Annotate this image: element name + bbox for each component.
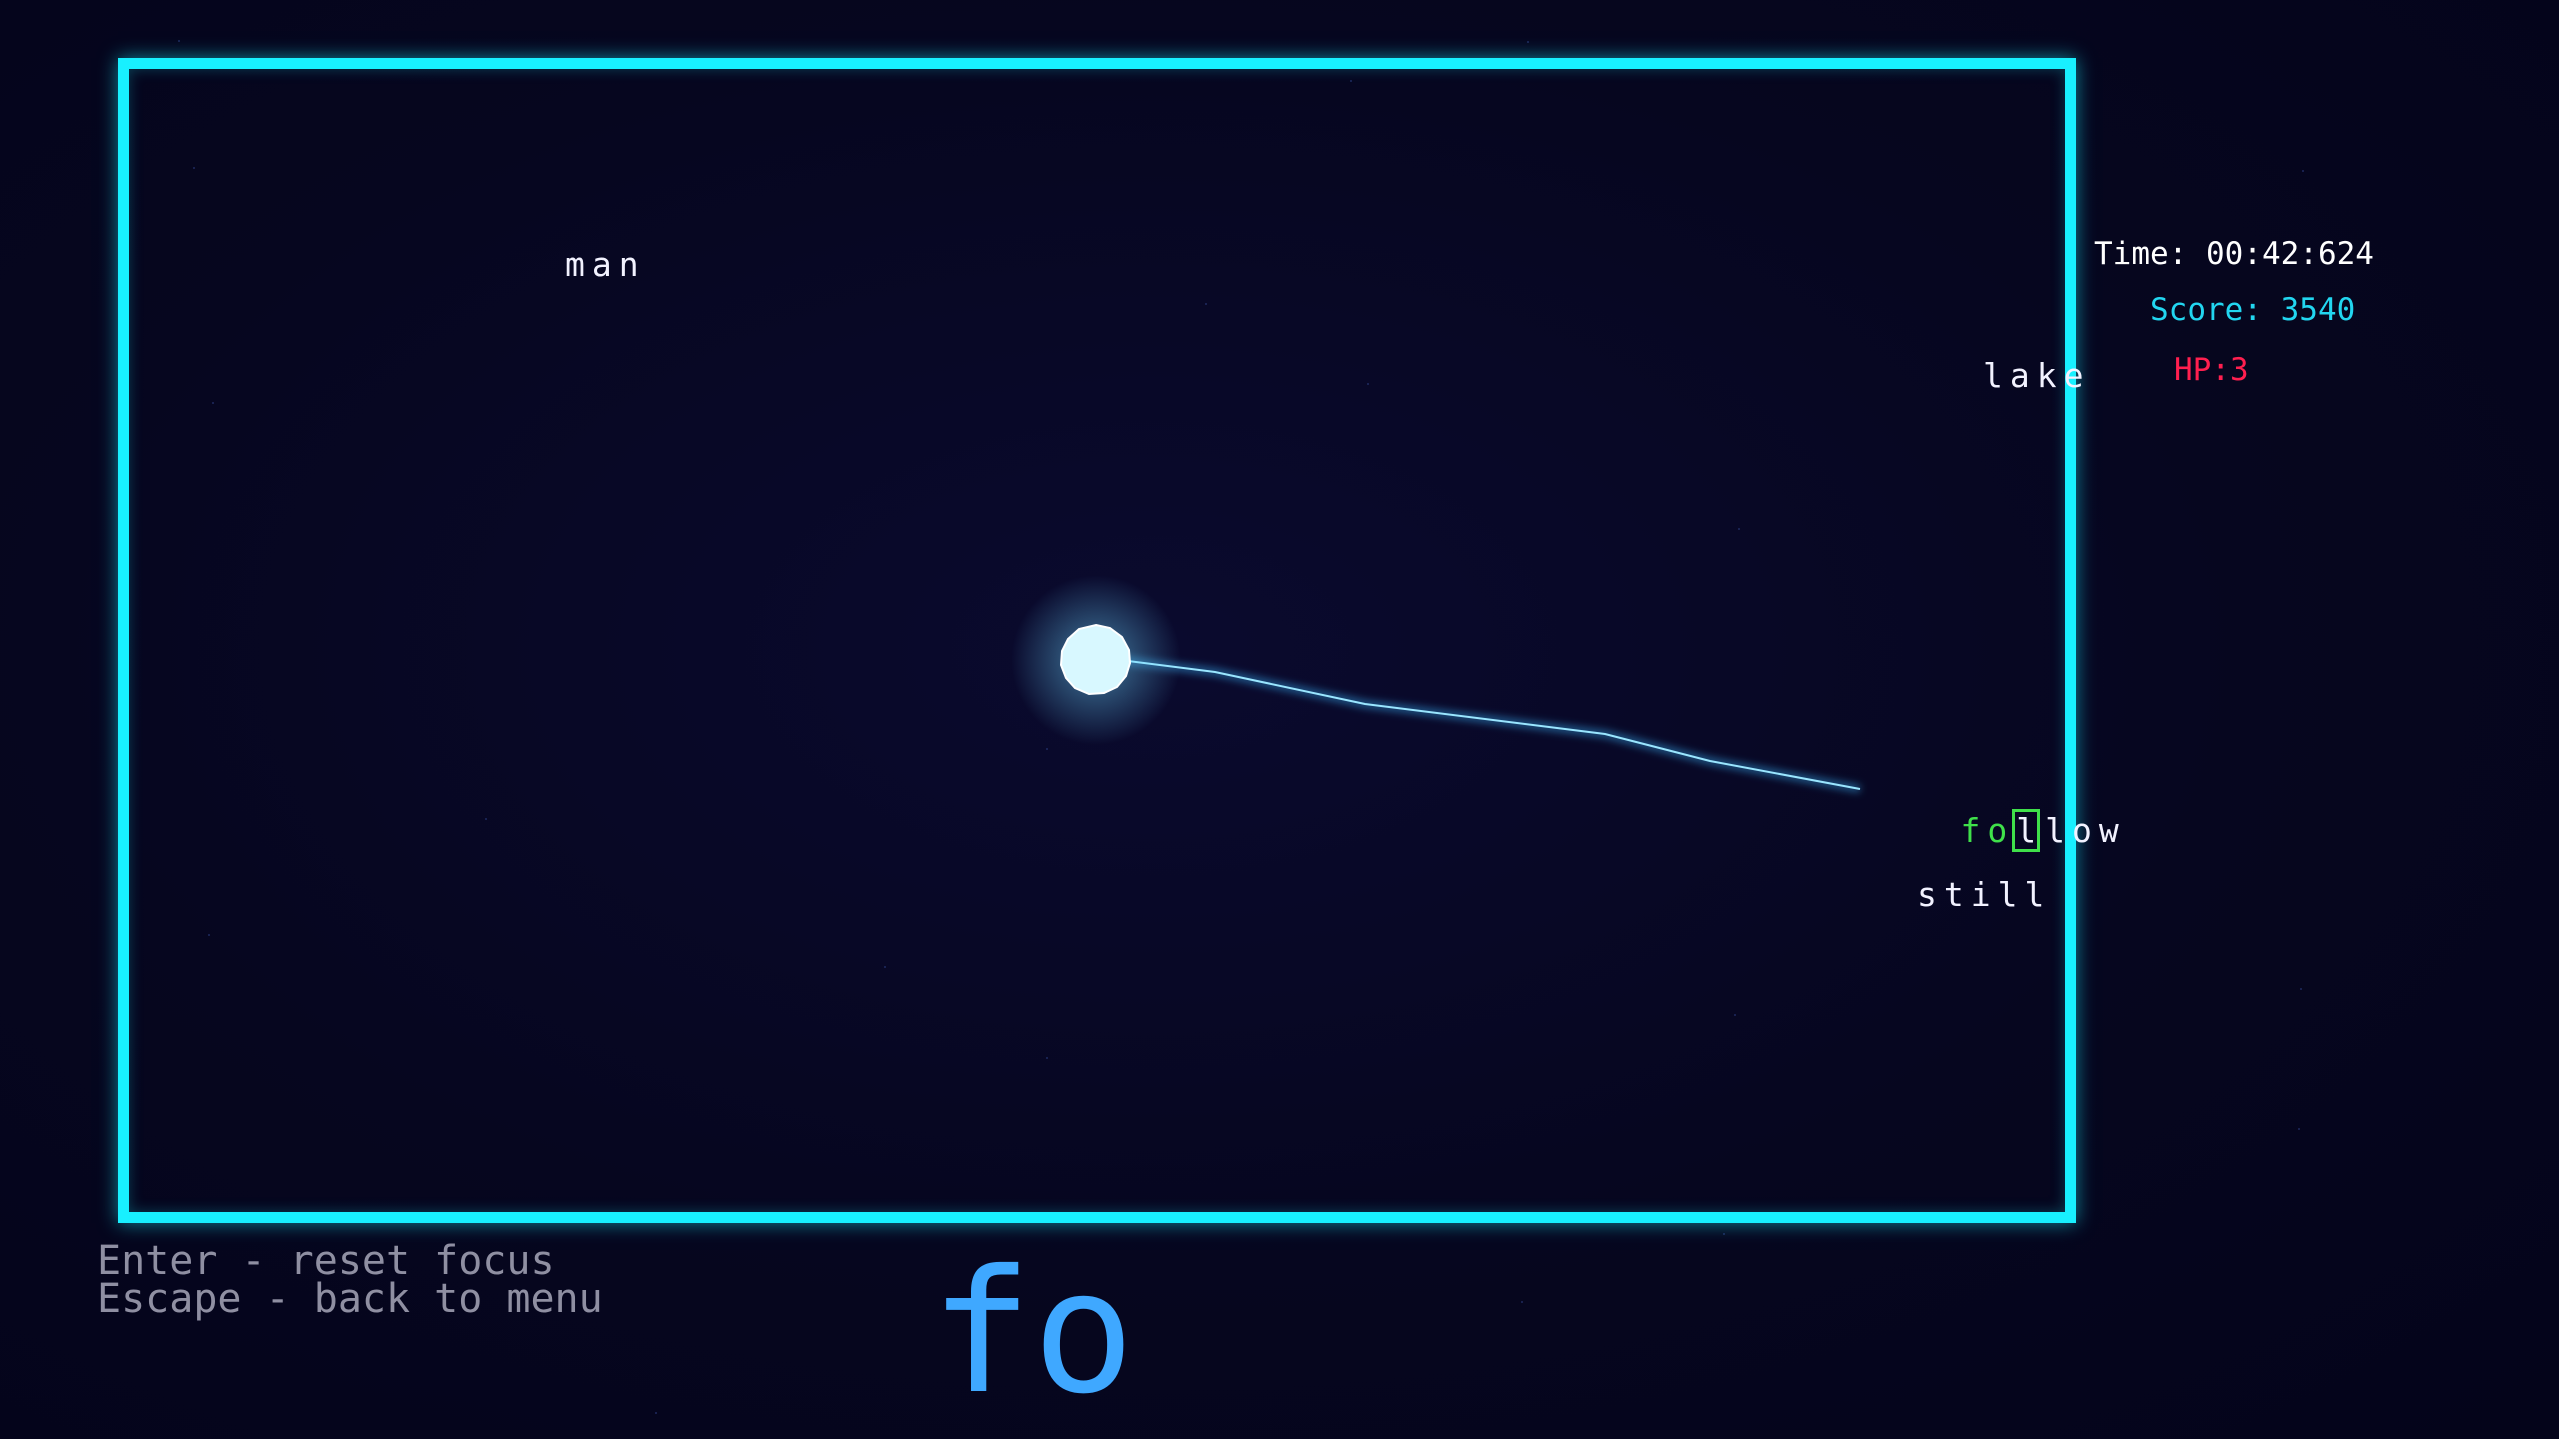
controls-help: Enter - reset focus Escape - back to menu xyxy=(97,1238,603,1322)
player-orb-icon xyxy=(1059,623,1132,696)
word-man: man xyxy=(565,245,646,284)
targeting-beam xyxy=(1011,575,1861,793)
word-lake: lake xyxy=(1983,356,2091,395)
time-readout: Time: 00:42:624 xyxy=(2094,236,2374,272)
typed-input[interactable]: fo xyxy=(930,1248,1135,1418)
word-follow: fol low xyxy=(1853,772,2126,889)
score-readout: Score: 3540 xyxy=(2150,292,2356,328)
word-follow-remaining: low xyxy=(2045,811,2126,850)
help-escape: Escape - back to menu xyxy=(97,1276,603,1322)
word-still: still xyxy=(1917,875,2052,914)
letter-cursor: l xyxy=(2012,809,2041,852)
word-follow-typed: fo xyxy=(1960,811,2015,850)
game-screen: man lake fol low still Time: 00:42:624 Sc… xyxy=(0,0,2559,1439)
help-enter: Enter - reset focus xyxy=(97,1238,555,1284)
hp-readout: HP:3 xyxy=(2174,352,2249,388)
